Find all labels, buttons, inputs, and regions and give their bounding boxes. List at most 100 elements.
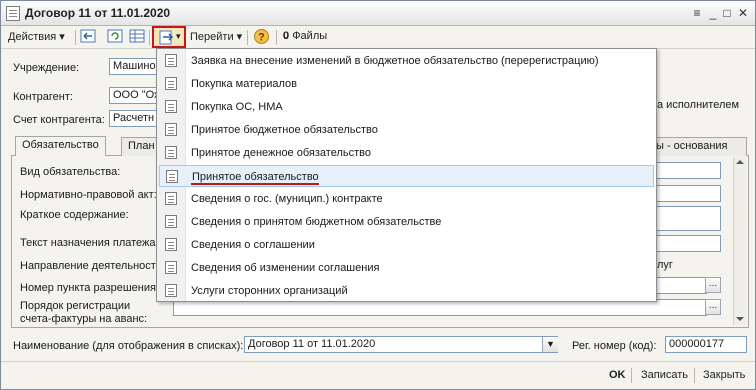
footer-divider-2 — [694, 368, 695, 383]
toolbar-divider — [75, 30, 76, 45]
files-button[interactable]: 𝟎 Файлы — [283, 30, 327, 43]
tab-bases[interactable]: ы - основания — [651, 137, 747, 156]
document-icon — [165, 238, 177, 251]
menu-item-label: Сведения об изменении соглашения — [191, 262, 380, 274]
menu-item-budget-obligation[interactable]: Принятое бюджетное обязательство — [159, 119, 654, 141]
menu-item-label: Заявка на внесение изменений в бюджетное… — [191, 55, 599, 67]
minimize-icon[interactable]: _ — [706, 6, 720, 20]
account-label: Счет контрагента: — [13, 114, 105, 126]
permit-number-label: Номер пункта разрешения: — [20, 282, 160, 294]
obligation-type-field[interactable] — [655, 162, 721, 179]
toolbar: Действия ▾ — [1, 26, 755, 49]
close-button[interactable]: Закрыть — [703, 369, 745, 381]
footer-divider — [1, 361, 755, 362]
document-icon — [6, 6, 20, 21]
menu-item-materials-purchase[interactable]: Покупка материалов — [159, 73, 654, 95]
document-icon — [165, 77, 177, 90]
summary-label: Краткое содержание: — [20, 209, 129, 221]
svg-text:?: ? — [258, 32, 265, 44]
document-icon — [165, 123, 177, 136]
refresh-icon[interactable] — [107, 28, 124, 45]
name-label: Наименование (для отображения в списках)… — [13, 340, 244, 352]
menu-item-label: Сведения о соглашении — [191, 239, 315, 251]
menu-item-contract-info[interactable]: Сведения о гос. (муницип.) контракте — [159, 188, 654, 210]
document-icon — [165, 100, 177, 113]
name-dropdown-icon[interactable]: ▼ — [542, 337, 558, 352]
goto-label: Перейти — [190, 31, 234, 43]
toolbar-divider — [247, 30, 248, 45]
counterparty-field[interactable]: ООО "Ох — [109, 87, 157, 104]
direction-label: Направление деятельности: — [20, 260, 166, 272]
files-label: Файлы — [292, 30, 328, 42]
menu-item-monetary-obligation[interactable]: Принятое денежное обязательство — [159, 142, 654, 164]
footer-divider-1 — [631, 368, 632, 383]
tab-obligation[interactable]: Обязательство — [15, 136, 106, 156]
institution-field[interactable]: Машинос — [109, 58, 157, 75]
goto-menu-button[interactable]: Перейти ▾ — [190, 30, 242, 43]
document-icon — [165, 54, 177, 67]
paperclip-icon: 𝟎 — [283, 30, 290, 42]
payment-purpose-label: Текст назначения платежа: — [20, 237, 159, 249]
menu-item-third-party-services[interactable]: Услуги сторонних организаций — [159, 280, 654, 302]
legal-act-field[interactable] — [655, 185, 721, 202]
invoice-order-label-2: счета-фактуры на аванс: — [20, 313, 148, 325]
direction-fragment: луг — [657, 259, 673, 271]
list-back-icon[interactable] — [80, 28, 97, 45]
menu-item-label: Сведения о гос. (муницип.) контракте — [191, 193, 383, 205]
menu-item-fixed-assets-purchase[interactable]: Покупка ОС, НМА — [159, 96, 654, 118]
toolbar-divider — [149, 30, 150, 45]
menu-item-label: Покупка материалов — [191, 78, 297, 90]
document-icon — [165, 284, 177, 297]
menu-item-change-request[interactable]: Заявка на внесение изменений в бюджетное… — [159, 50, 654, 72]
maximize-icon[interactable]: □ — [720, 6, 734, 20]
highlight-underline — [191, 183, 319, 185]
title-bar: Договор 11 от 11.01.2020 ≡ _ □ ✕ — [1, 1, 755, 26]
menu-item-label: Принятое бюджетное обязательство — [191, 124, 378, 136]
create-based-on-button[interactable]: ▾ — [152, 26, 186, 48]
create-based-on-icon — [159, 30, 174, 45]
menu-item-label: Услуги сторонних организаций — [191, 285, 348, 297]
institution-label: Учреждение: — [13, 62, 80, 74]
document-icon — [166, 170, 178, 183]
counterparty-label: Контрагент: — [13, 91, 73, 103]
legal-act-label: Нормативно-правовой акт: — [20, 189, 157, 201]
chevron-down-icon: ▾ — [176, 31, 181, 41]
write-button[interactable]: Записать — [641, 369, 688, 381]
document-icon — [165, 146, 177, 159]
document-icon — [165, 215, 177, 228]
scroll-up-icon[interactable] — [736, 160, 744, 164]
menu-item-label: Принятое обязательство — [192, 171, 319, 183]
permit-number-select-button[interactable]: ... — [705, 277, 721, 293]
help-icon[interactable]: ? — [253, 28, 270, 45]
reg-number-label: Рег. номер (код): — [572, 340, 657, 352]
reg-number-field[interactable]: 000000177 — [665, 336, 747, 353]
menu-item-budget-obligation-info[interactable]: Сведения о принятом бюджетном обязательс… — [159, 211, 654, 233]
scrollbar[interactable] — [733, 157, 746, 325]
invoice-order-label-1: Порядок регистрации — [20, 300, 131, 312]
menu-item-label: Сведения о принятом бюджетном обязательс… — [191, 216, 442, 228]
document-window: Договор 11 от 11.01.2020 ≡ _ □ ✕ Действи… — [0, 0, 756, 390]
create-based-on-menu: Заявка на внесение изменений в бюджетное… — [156, 48, 657, 302]
ok-button[interactable]: OK — [609, 369, 626, 381]
obligation-type-label: Вид обязательства: — [20, 166, 121, 178]
performer-text: а исполнителем — [657, 99, 740, 111]
actions-label: Действия — [8, 31, 57, 43]
account-field[interactable]: Расчетн — [109, 110, 157, 127]
menu-item-agreement-info[interactable]: Сведения о соглашении — [159, 234, 654, 256]
name-field[interactable]: Договор 11 от 11.01.2020 — [244, 336, 558, 353]
table-icon[interactable] — [129, 28, 146, 45]
toolbar-divider — [276, 30, 277, 45]
menu-item-label: Принятое денежное обязательство — [191, 147, 371, 159]
name-value: Договор 11 от 11.01.2020 — [248, 338, 376, 350]
menu-item-agreement-change-info[interactable]: Сведения об изменении соглашения — [159, 257, 654, 279]
window-title: Договор 11 от 11.01.2020 — [25, 6, 171, 20]
invoice-order-select-button[interactable]: ... — [705, 299, 721, 315]
summary-field[interactable] — [655, 206, 721, 231]
actions-menu-button[interactable]: Действия ▾ — [8, 30, 65, 43]
document-icon — [165, 192, 177, 205]
menu-item-label: Покупка ОС, НМА — [191, 101, 283, 113]
scroll-down-icon[interactable] — [736, 317, 744, 321]
close-icon[interactable]: ✕ — [736, 6, 750, 20]
payment-purpose-field[interactable] — [655, 235, 721, 252]
menu-icon[interactable]: ≡ — [690, 6, 704, 20]
